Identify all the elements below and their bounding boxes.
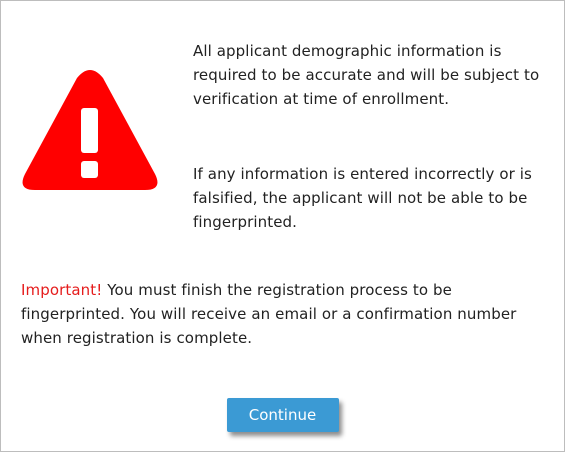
- warning-triangle-icon: [21, 68, 159, 194]
- important-notice: Important! You must finish the registrat…: [21, 278, 551, 350]
- continue-button[interactable]: Continue: [226, 398, 339, 432]
- accuracy-requirement-text: All applicant demographic information is…: [193, 42, 540, 108]
- falsification-warning-text: If any information is entered incorrectl…: [193, 165, 532, 231]
- registration-notice-dialog: All applicant demographic information is…: [0, 0, 565, 452]
- important-label: Important!: [21, 281, 103, 299]
- button-row: Continue: [1, 398, 564, 432]
